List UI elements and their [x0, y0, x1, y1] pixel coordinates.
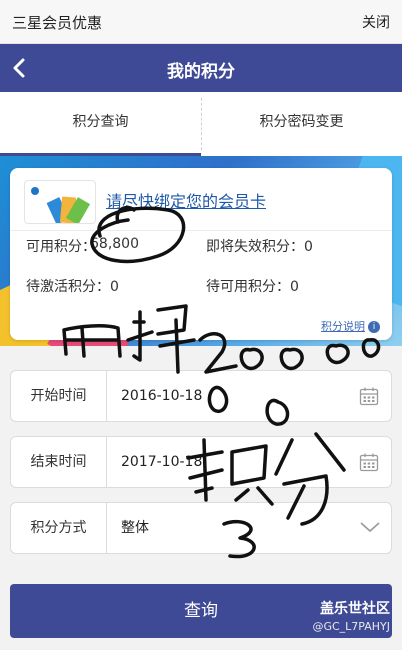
- tab-password-change[interactable]: 积分密码变更: [201, 92, 402, 156]
- end-date-value[interactable]: 2017-10-18: [121, 437, 202, 487]
- calendar-icon[interactable]: [359, 452, 379, 472]
- watermark-site: 盖乐世社区: [320, 601, 390, 617]
- member-card: 请尽快绑定您的会员卡 可用积分： 68,800 即将失效积分：0 待激活积分：0…: [10, 168, 392, 340]
- available-points-label: 可用积分：: [26, 239, 96, 255]
- start-date-field[interactable]: 开始时间 2016-10-18: [10, 370, 392, 422]
- start-date-label: 开始时间: [11, 371, 107, 421]
- points-mode-label: 积分方式: [11, 503, 107, 553]
- watermark-user: @GC_L7PAHYJ: [312, 620, 390, 633]
- tab-bar: 积分查询 积分密码变更: [0, 92, 402, 156]
- member-card-image: [24, 180, 96, 224]
- info-icon: i: [368, 321, 380, 333]
- pending-activation-points: 待激活积分：0: [26, 279, 119, 295]
- expiring-points: 即将失效积分：0: [206, 239, 313, 255]
- card-logo-dot: [31, 187, 39, 195]
- calendar-icon[interactable]: [359, 386, 379, 406]
- tab-points-query[interactable]: 积分查询: [0, 92, 201, 156]
- points-mode-value[interactable]: 整体: [121, 503, 149, 553]
- page-header: 我的积分: [0, 44, 402, 92]
- close-button[interactable]: 关闭: [362, 12, 390, 32]
- app-title: 三星会员优惠: [12, 14, 103, 32]
- chevron-down-icon[interactable]: [359, 519, 381, 535]
- page-title: 我的积分: [167, 62, 235, 82]
- end-date-field[interactable]: 结束时间 2017-10-18: [10, 436, 392, 488]
- available-points-value: 68,800: [90, 236, 139, 252]
- top-bar: 三星会员优惠 关闭: [0, 0, 402, 44]
- pending-available-points: 待可用积分：0: [206, 279, 299, 295]
- card-divider: [10, 230, 392, 231]
- points-mode-select[interactable]: 积分方式 整体: [10, 502, 392, 554]
- bind-card-link[interactable]: 请尽快绑定您的会员卡: [106, 188, 266, 212]
- points-explanation-link[interactable]: 积分说明 i: [321, 318, 380, 334]
- start-date-value[interactable]: 2016-10-18: [121, 371, 202, 421]
- end-date-label: 结束时间: [11, 437, 107, 487]
- points-explanation-label: 积分说明: [321, 320, 365, 333]
